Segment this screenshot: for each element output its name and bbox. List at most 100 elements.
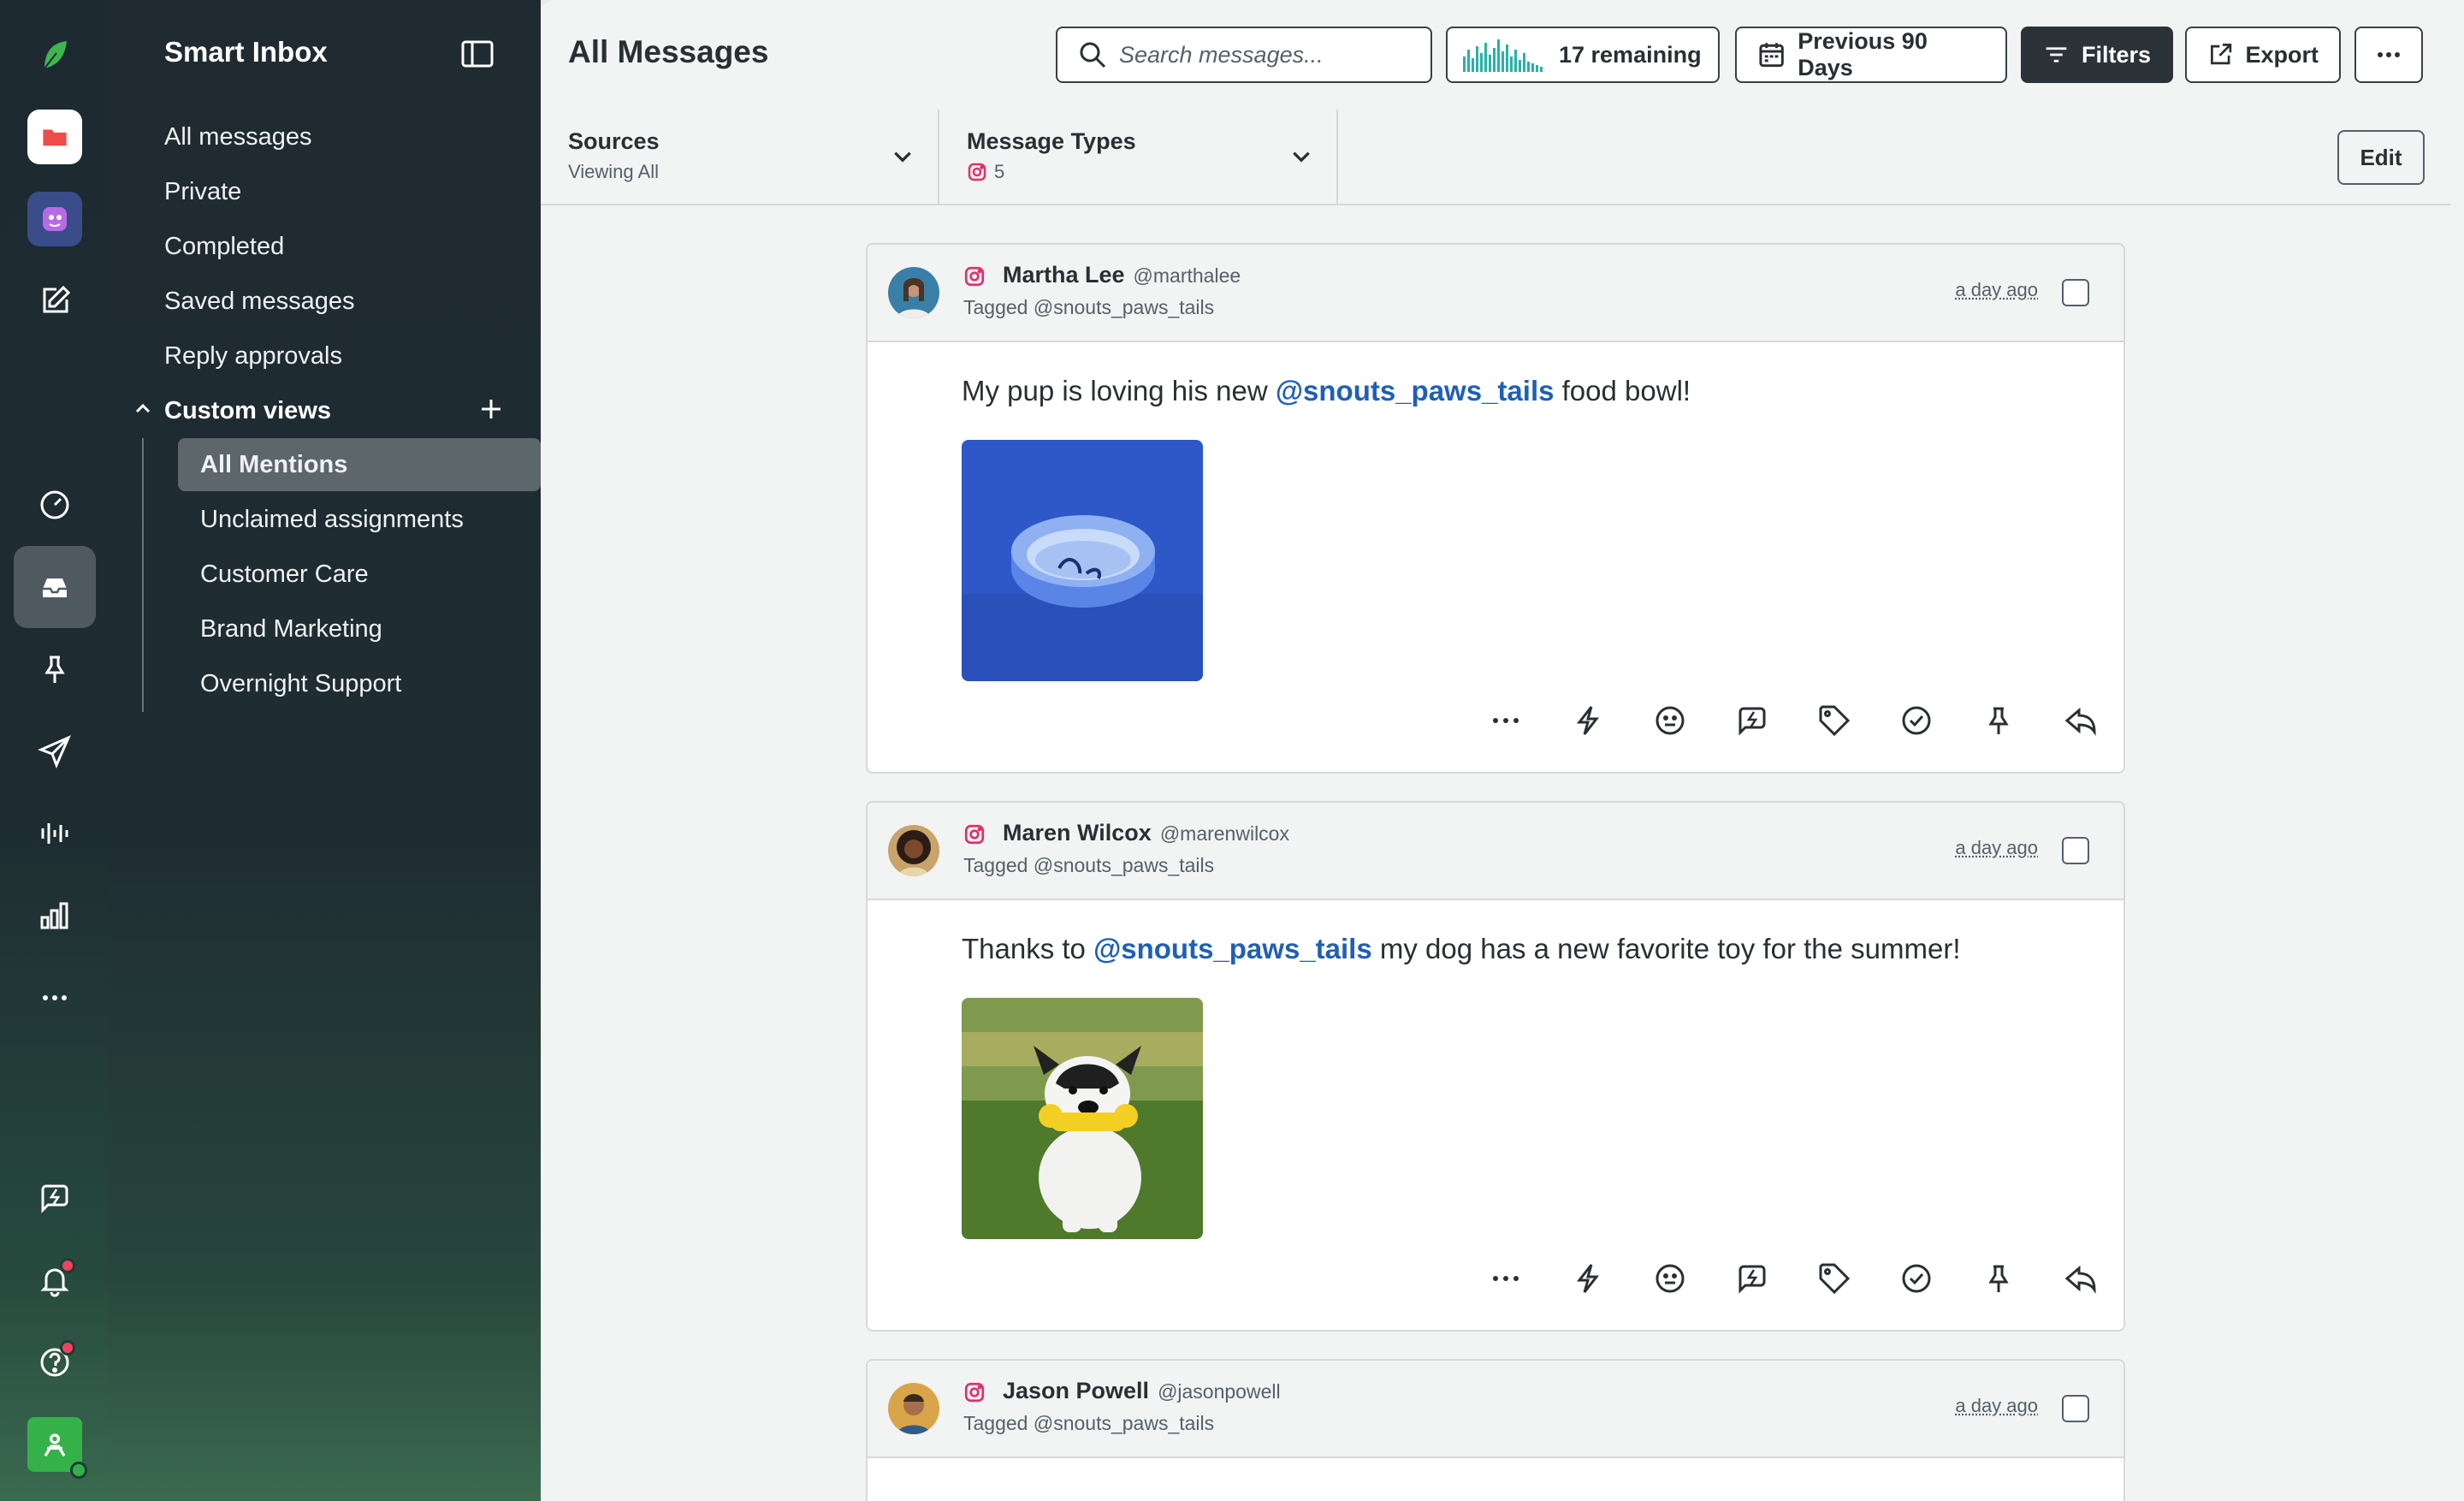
- custom-view-overnight-support[interactable]: Overnight Support: [178, 657, 541, 710]
- reply-icon[interactable]: [2062, 1260, 2100, 1297]
- avatar[interactable]: [888, 1383, 939, 1434]
- message-card[interactable]: Maren Wilcox @marenwilcox Tagged @snouts_…: [866, 801, 2125, 1332]
- complete-icon[interactable]: [1898, 702, 1935, 739]
- author-handle: @marenwilcox: [1159, 822, 1289, 845]
- reply-icon[interactable]: [2062, 702, 2100, 739]
- author-name-text: Martha Lee: [1003, 262, 1125, 288]
- message-text-start: My pup is loving his new: [962, 375, 1276, 406]
- pin-icon[interactable]: [1980, 702, 2017, 739]
- tagged-label: Tagged @snouts_paws_tails: [963, 1412, 1215, 1434]
- remaining-label: 17 remaining: [1559, 41, 1702, 68]
- sources-filter[interactable]: Sources Viewing All: [541, 110, 939, 205]
- custom-views-header[interactable]: Custom views: [164, 397, 331, 425]
- author-name[interactable]: Martha Lee @marthalee: [1003, 262, 1241, 288]
- reports-icon[interactable]: [14, 875, 96, 957]
- author-handle: @jasonpowell: [1158, 1380, 1281, 1403]
- compose-icon[interactable]: [14, 260, 96, 342]
- more-icon[interactable]: [14, 957, 96, 1039]
- sidebar-item-reply-approvals[interactable]: Reply approvals: [164, 342, 342, 371]
- custom-view-unclaimed-assignments[interactable]: Unclaimed assignments: [178, 493, 541, 546]
- message-types-value: 5: [967, 161, 1004, 183]
- folder-icon[interactable]: [14, 96, 96, 178]
- avatar[interactable]: [888, 825, 939, 876]
- sidebar-item-private[interactable]: Private: [164, 178, 241, 206]
- instagram-icon: [964, 1382, 985, 1403]
- more-horizontal-icon: [2378, 52, 2400, 57]
- chevron-up-icon[interactable]: [133, 399, 152, 418]
- filters-button[interactable]: Filters: [2021, 27, 2173, 83]
- sidebar-item-all-messages[interactable]: All messages: [164, 123, 311, 151]
- message-image[interactable]: [962, 998, 1203, 1239]
- search-input[interactable]: Search messages...: [1119, 42, 1324, 68]
- select-checkbox[interactable]: [2062, 1395, 2089, 1422]
- more-options-button[interactable]: [2354, 27, 2423, 83]
- quick-action-icon[interactable]: [1569, 1260, 1607, 1297]
- pin-icon[interactable]: [14, 628, 96, 710]
- message-header: Maren Wilcox @marenwilcox Tagged @snouts_…: [868, 803, 2123, 900]
- date-range-button[interactable]: Previous 90 Days: [1735, 27, 2007, 83]
- chevron-down-icon: [894, 151, 911, 163]
- message-types-filter[interactable]: Message Types 5: [939, 110, 1338, 205]
- tag-icon[interactable]: [1815, 702, 1853, 739]
- complete-icon[interactable]: [1898, 1260, 1935, 1297]
- inbox-icon[interactable]: [14, 546, 96, 628]
- search-box[interactable]: Search messages...: [1056, 27, 1432, 83]
- case-icon[interactable]: [1733, 702, 1771, 739]
- sentiment-icon[interactable]: [1651, 1260, 1689, 1297]
- online-status-dot: [70, 1462, 87, 1479]
- listening-icon[interactable]: [14, 792, 96, 875]
- sidebar-item-completed[interactable]: Completed: [164, 233, 284, 261]
- gauge-icon[interactable]: [14, 464, 96, 546]
- select-checkbox[interactable]: [2062, 837, 2089, 864]
- timestamp[interactable]: a day ago: [1955, 1395, 2038, 1417]
- message-header: Martha Lee @marthalee Tagged @snouts_paws…: [868, 245, 2123, 342]
- message-card[interactable]: Martha Lee @marthalee Tagged @snouts_paws…: [866, 243, 2125, 774]
- bot-avatar-icon[interactable]: [14, 178, 96, 260]
- sentiment-icon[interactable]: [1651, 702, 1689, 739]
- quick-action-icon[interactable]: [1569, 702, 1607, 739]
- volume-sparkline-icon: [1463, 39, 1543, 72]
- custom-views-guide: [142, 438, 144, 712]
- message-image[interactable]: [962, 440, 1203, 681]
- custom-view-brand-marketing[interactable]: Brand Marketing: [178, 602, 541, 656]
- custom-view-all-mentions[interactable]: All Mentions: [178, 438, 541, 491]
- author-name-text: Maren Wilcox: [1003, 820, 1152, 845]
- case-icon[interactable]: [1733, 1260, 1771, 1297]
- app-rail: [0, 0, 108, 1501]
- edit-button[interactable]: Edit: [2337, 130, 2425, 185]
- message-types-count: 5: [994, 161, 1005, 182]
- select-checkbox[interactable]: [2062, 279, 2089, 306]
- notification-dot: [60, 1258, 75, 1273]
- more-actions-icon[interactable]: [1487, 1260, 1525, 1297]
- export-button[interactable]: Export: [2185, 27, 2341, 83]
- feedback-icon[interactable]: [14, 1157, 96, 1239]
- sources-value: Viewing All: [568, 161, 659, 182]
- message-actions: [1487, 702, 2100, 739]
- timestamp[interactable]: a day ago: [1955, 279, 2038, 301]
- message-card[interactable]: Jason Powell @jasonpowell Tagged @snouts_…: [866, 1359, 2125, 1501]
- author-name[interactable]: Jason Powell @jasonpowell: [1003, 1378, 1281, 1404]
- sidebar-item-saved-messages[interactable]: Saved messages: [164, 288, 354, 316]
- sprout-logo-icon[interactable]: [14, 14, 96, 96]
- tag-icon[interactable]: [1815, 1260, 1853, 1297]
- help-icon[interactable]: [14, 1321, 96, 1403]
- mention-link[interactable]: @snouts_paws_tails: [1093, 933, 1372, 964]
- send-icon[interactable]: [14, 710, 96, 792]
- avatar[interactable]: [888, 267, 939, 318]
- more-actions-icon[interactable]: [1487, 702, 1525, 739]
- message-text-start: Thanks to: [962, 933, 1094, 964]
- pin-icon[interactable]: [1980, 1260, 2017, 1297]
- custom-view-customer-care[interactable]: Customer Care: [178, 548, 541, 601]
- author-name[interactable]: Maren Wilcox @marenwilcox: [1003, 820, 1289, 846]
- remaining-button[interactable]: 17 remaining: [1446, 27, 1720, 83]
- add-view-icon[interactable]: [479, 397, 503, 421]
- message-types-label: Message Types: [967, 128, 1136, 154]
- filter-icon: [2046, 47, 2067, 62]
- collapse-sidebar-icon[interactable]: [460, 39, 495, 68]
- timestamp[interactable]: a day ago: [1955, 837, 2038, 859]
- bell-icon[interactable]: [14, 1239, 96, 1321]
- mention-link[interactable]: @snouts_paws_tails: [1276, 375, 1555, 406]
- instagram-icon: [964, 266, 985, 287]
- message-text: My pup is loving his new @snouts_paws_ta…: [962, 375, 1691, 407]
- calendar-icon: [1759, 43, 1784, 68]
